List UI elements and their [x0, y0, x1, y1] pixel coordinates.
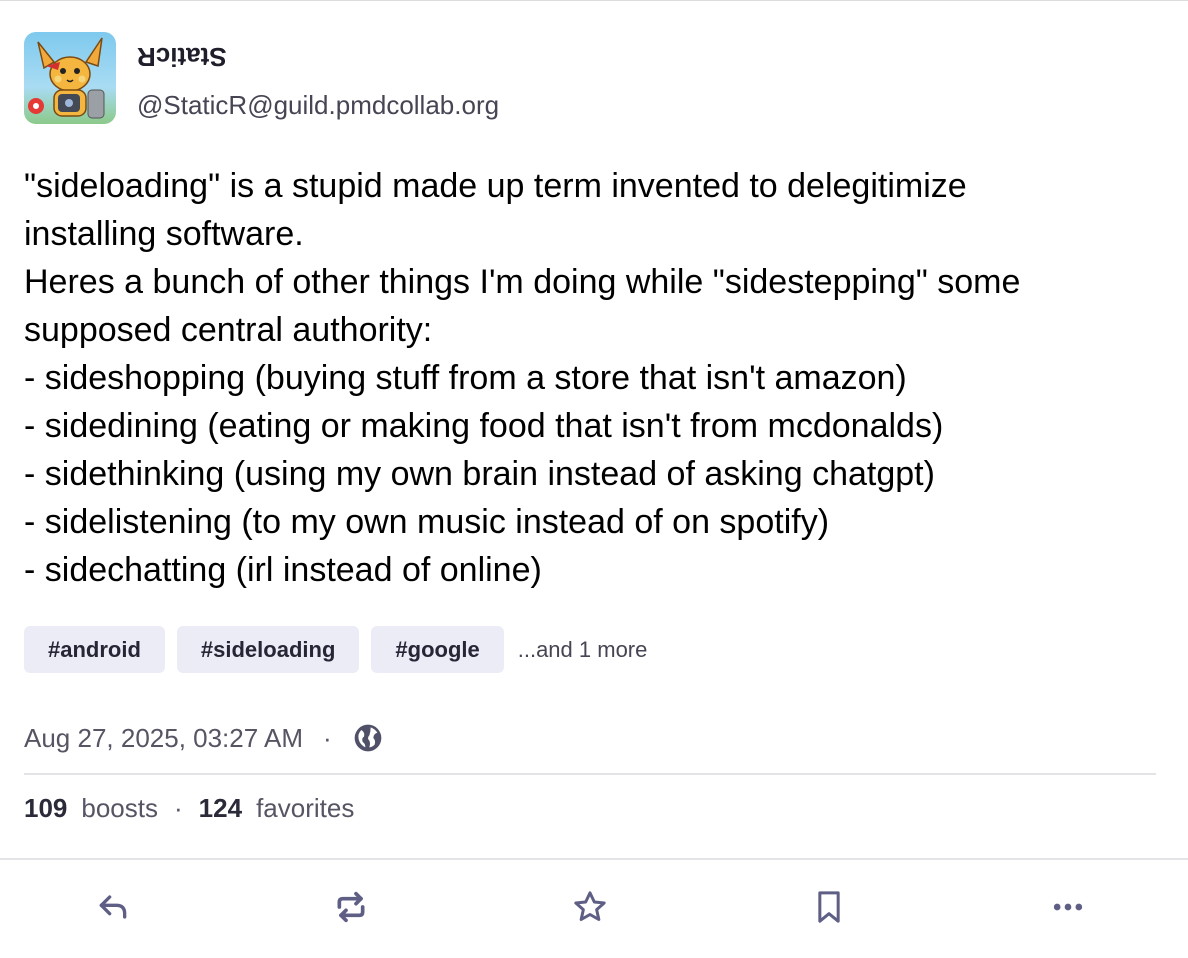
display-name[interactable]: StaticR — [137, 42, 227, 72]
post-line: installing software. — [24, 215, 304, 253]
hashtag-bar: #android #sideloading #google ...and 1 m… — [24, 626, 647, 673]
account-handle[interactable]: @StaticR@guild.pmdcollab.org — [137, 90, 499, 120]
hashtag-android[interactable]: #android — [24, 626, 165, 673]
star-icon — [574, 891, 606, 921]
top-border — [0, 0, 1188, 1]
boost-icon — [337, 891, 365, 923]
post-line: Heres a bunch of other things I'm doing … — [24, 263, 1021, 301]
more-icon — [1053, 903, 1083, 911]
favorite-button[interactable] — [566, 883, 614, 931]
post-line: supposed central authority: — [24, 311, 433, 349]
favorites-count: 124 — [198, 793, 243, 823]
globe-icon — [354, 724, 382, 752]
boosts-count: 109 — [24, 793, 68, 823]
boosts-label[interactable]: boosts — [81, 793, 158, 824]
hashtag-sideloading[interactable]: #sideloading — [176, 626, 360, 673]
post-header: StaticR @StaticR@guild.pmdcollab.org — [24, 32, 499, 126]
post-line: - sidedining (eating or making food that… — [24, 407, 944, 445]
post-line: - sidelistening (to my own music instead… — [24, 503, 830, 541]
pikachu-avatar-icon — [28, 37, 105, 119]
bookmark-icon — [818, 891, 840, 923]
post-content: "sideloading" is a stupid made up term i… — [24, 162, 1164, 594]
favorites-label[interactable]: favorites — [256, 793, 354, 824]
post-line: - sideshopping (buying stuff from a stor… — [24, 359, 907, 397]
divider — [24, 773, 1156, 775]
meta-separator: · — [323, 722, 332, 753]
divider — [0, 858, 1188, 860]
post-line: "sideloading" is a stupid made up term i… — [24, 167, 967, 205]
boost-button[interactable] — [327, 883, 375, 931]
post-line: - sidethinking (using my own brain inste… — [24, 455, 935, 493]
avatar[interactable] — [24, 32, 116, 124]
timestamp-link[interactable]: Aug 27, 2025, 03:27 AM — [24, 723, 303, 754]
post-meta: Aug 27, 2025, 03:27 AM · — [24, 722, 384, 754]
bookmark-button[interactable] — [805, 883, 853, 931]
reply-button[interactable] — [89, 883, 137, 931]
reply-icon — [99, 895, 127, 919]
more-button[interactable] — [1044, 883, 1092, 931]
post-stats: 109 boosts · 124 favorites — [24, 793, 354, 824]
post-line: - sidechatting (irl instead of online) — [24, 551, 542, 589]
stats-separator: · — [174, 793, 183, 823]
hashtag-google[interactable]: #google — [371, 626, 504, 673]
more-tags-link[interactable]: ...and 1 more — [518, 637, 648, 663]
